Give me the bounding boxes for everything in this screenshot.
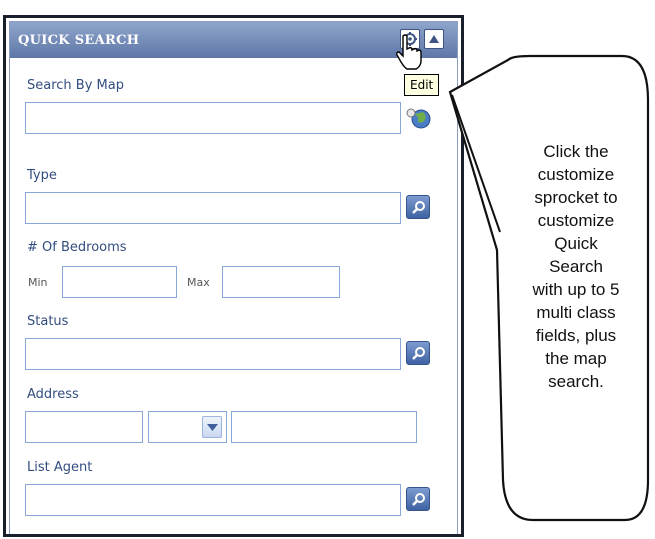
callout-line: sprocket to [534, 188, 618, 207]
callout-line: customize [537, 211, 615, 230]
callout-line: search. [548, 372, 604, 391]
callout-line: multi class [536, 303, 616, 322]
callout-line: customize [537, 165, 615, 184]
callout-line: fields, plus [535, 326, 617, 345]
callout-line: Quick [554, 234, 598, 253]
callout-line: with up to 5 [532, 280, 620, 299]
callout-line: Search [549, 257, 603, 276]
callout-line: the map [545, 349, 607, 368]
callout-text: Click the customize sprocket to customiz… [506, 140, 646, 393]
callout-line: Click the [543, 142, 609, 161]
